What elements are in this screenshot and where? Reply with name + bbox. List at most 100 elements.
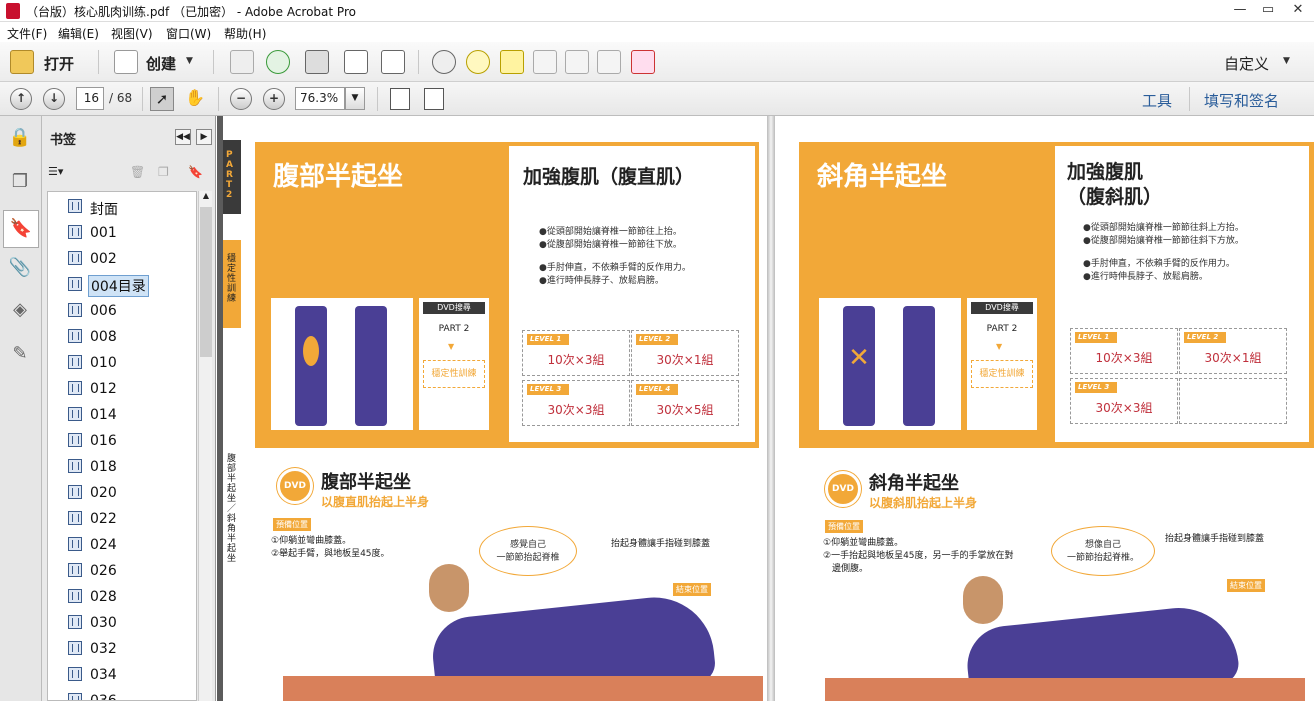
level-tag: LEVEL 4 [636,384,678,395]
menu-file[interactable]: 文件(F) [7,25,47,42]
bookmark-properties-icon[interactable]: 🔖 [188,165,203,179]
next-page-icon[interactable]: ↓ [43,88,65,110]
side-label-stability: 穩定性訓練 [227,254,237,304]
bookmark-item[interactable]: 036 [48,690,196,700]
signatures-icon[interactable]: ✎ [8,342,32,366]
sign-icon[interactable] [631,50,655,74]
dvd-search-box: DVD搜尋 PART 2 ▼ 穩定性訓練 [419,298,489,430]
bullet-2: ●從腹部開始讓脊椎一節節往斜下方放。 [1083,236,1244,246]
bookmark-item[interactable]: 封面 [48,196,196,218]
highlight-icon[interactable] [500,50,524,74]
minimize-button[interactable]: — [1226,0,1254,22]
layers-icon[interactable]: ◈ [8,298,32,322]
bookmark-label: 018 [90,459,117,475]
level-value: 30次×1組 [1204,351,1262,365]
bookmark-item[interactable]: 008 [48,326,196,348]
bookmark-item[interactable]: 014 [48,404,196,426]
zoom-dropdown-icon[interactable]: ▼ [345,87,365,110]
bookmark-item[interactable]: 010 [48,352,196,374]
bookmark-item[interactable]: 016 [48,430,196,452]
bookmark-item[interactable]: 024 [48,534,196,556]
fill-sign-button[interactable]: 填写和签名 [1204,90,1279,111]
bullet-1: ●從頭部開始讓脊椎一節節往斜上方抬。 [1083,223,1244,233]
zoom-in-icon[interactable]: + [263,88,285,110]
previous-page-icon[interactable]: ↑ [10,88,32,110]
dvd-badge: DVD [277,468,313,504]
bookmarks-list: 封面 001 002 004目录 006 008 010 012 014 016 018 020 022… [47,191,197,701]
zoom-input[interactable]: 76.3% [295,87,345,110]
customize-button[interactable]: 自定义 [1224,53,1269,74]
attachments-icon[interactable]: 📎 [8,256,32,280]
close-button[interactable]: ✕ [1284,0,1312,22]
save-icon[interactable] [230,50,254,74]
open-folder-icon[interactable] [10,50,34,74]
full-screen-icon[interactable] [424,88,444,110]
document-view[interactable]: PART 2 穩定性訓練 腹部半起坐／斜角半起坐 腹部半起坐 加強腹肌（腹直肌）… [217,116,1314,701]
navigation-toolbar: ↑ ↓ 16 / 68 ➚ ✋ − + 76.3% ▼ 工具 填写和签名 [0,82,1314,116]
bookmark-item[interactable]: 030 [48,612,196,634]
bookmark-item[interactable]: 026 [48,560,196,582]
menu-window[interactable]: 窗口(W) [166,25,211,42]
menu-help[interactable]: 帮助(H) [224,25,266,42]
level-cell: LEVEL 1 10次×3組 [522,330,630,376]
create-pdf-icon[interactable] [114,50,138,74]
gear-icon[interactable] [432,50,456,74]
bookmark-item[interactable]: 006 [48,300,196,322]
page-number-input[interactable]: 16 [76,87,104,110]
bookmark-icon [68,407,82,421]
print-icon[interactable] [305,50,329,74]
figure-front [295,306,327,426]
edit-icon[interactable] [344,50,368,74]
bookmarks-scrollbar[interactable]: ▲ [198,191,212,701]
email-icon[interactable] [381,50,405,74]
bookmark-item[interactable]: 032 [48,638,196,660]
bookmarks-title: 书签 [50,133,77,148]
menu-bar: 文件(F) 编辑(E) 视图(V) 窗口(W) 帮助(H) [0,22,1314,42]
customize-dropdown-icon[interactable]: ▼ [1283,56,1290,66]
create-button[interactable]: 创建 [146,53,176,74]
bullet-4: ●進行時伸長脖子、放鬆肩膀。 [539,276,664,286]
select-tool-icon[interactable]: ➚ [150,87,174,111]
section-subtitle: 以腹斜肌抬起上半身 [869,496,978,510]
bookmark-item[interactable]: 028 [48,586,196,608]
scroll-up-icon[interactable]: ▲ [200,191,212,205]
zoom-out-icon[interactable]: − [230,88,252,110]
tools-button[interactable]: 工具 [1142,90,1172,111]
lock-icon[interactable]: 🔒 [8,126,32,150]
comment-icon[interactable] [466,50,490,74]
collapse-panel-icon[interactable]: ◀◀ [175,129,191,145]
redact-icon[interactable] [533,50,557,74]
protect-icon[interactable] [565,50,589,74]
menu-edit[interactable]: 编辑(E) [58,25,99,42]
bookmark-item[interactable]: 002 [48,248,196,270]
page-thumbnails-icon[interactable]: ❐ [8,170,32,194]
bookmark-item[interactable]: 004目录 [48,274,196,297]
bookmark-icon [68,589,82,603]
maximize-button[interactable]: ▭ [1254,0,1282,22]
scroll-thumb[interactable] [200,207,212,357]
bullet-3: ●手肘伸直，不依賴手臂的反作用力。 [539,263,691,273]
cloud-upload-icon[interactable] [266,50,290,74]
open-button[interactable]: 打开 [44,53,74,74]
figure-back [903,306,935,426]
menu-view[interactable]: 视图(V) [111,25,153,42]
bookmark-item[interactable]: 018 [48,456,196,478]
new-bookmark-icon[interactable]: ❐ [158,165,169,179]
bookmark-icon [68,485,82,499]
bookmark-item[interactable]: 022 [48,508,196,530]
expand-panel-icon[interactable]: ▶ [196,129,212,145]
bookmark-item[interactable]: 001 [48,222,196,244]
bookmark-item[interactable]: 012 [48,378,196,400]
section-subtitle: 以腹直肌抬起上半身 [321,495,430,509]
export-icon[interactable] [597,50,621,74]
bookmark-item[interactable]: 034 [48,664,196,686]
hand-tool-icon[interactable]: ✋ [183,87,207,111]
position-note: 抬起身體讓手指碰到膝蓋 [1165,534,1265,544]
bookmark-label: 006 [90,303,117,319]
fit-page-icon[interactable] [390,88,410,110]
bookmarks-icon[interactable]: 🔖 [3,210,39,248]
options-menu-icon[interactable]: ☰▾ [48,165,72,183]
create-dropdown-icon[interactable]: ▼ [186,56,193,66]
delete-bookmark-icon[interactable]: 🗑 [130,165,145,179]
bookmark-item[interactable]: 020 [48,482,196,504]
